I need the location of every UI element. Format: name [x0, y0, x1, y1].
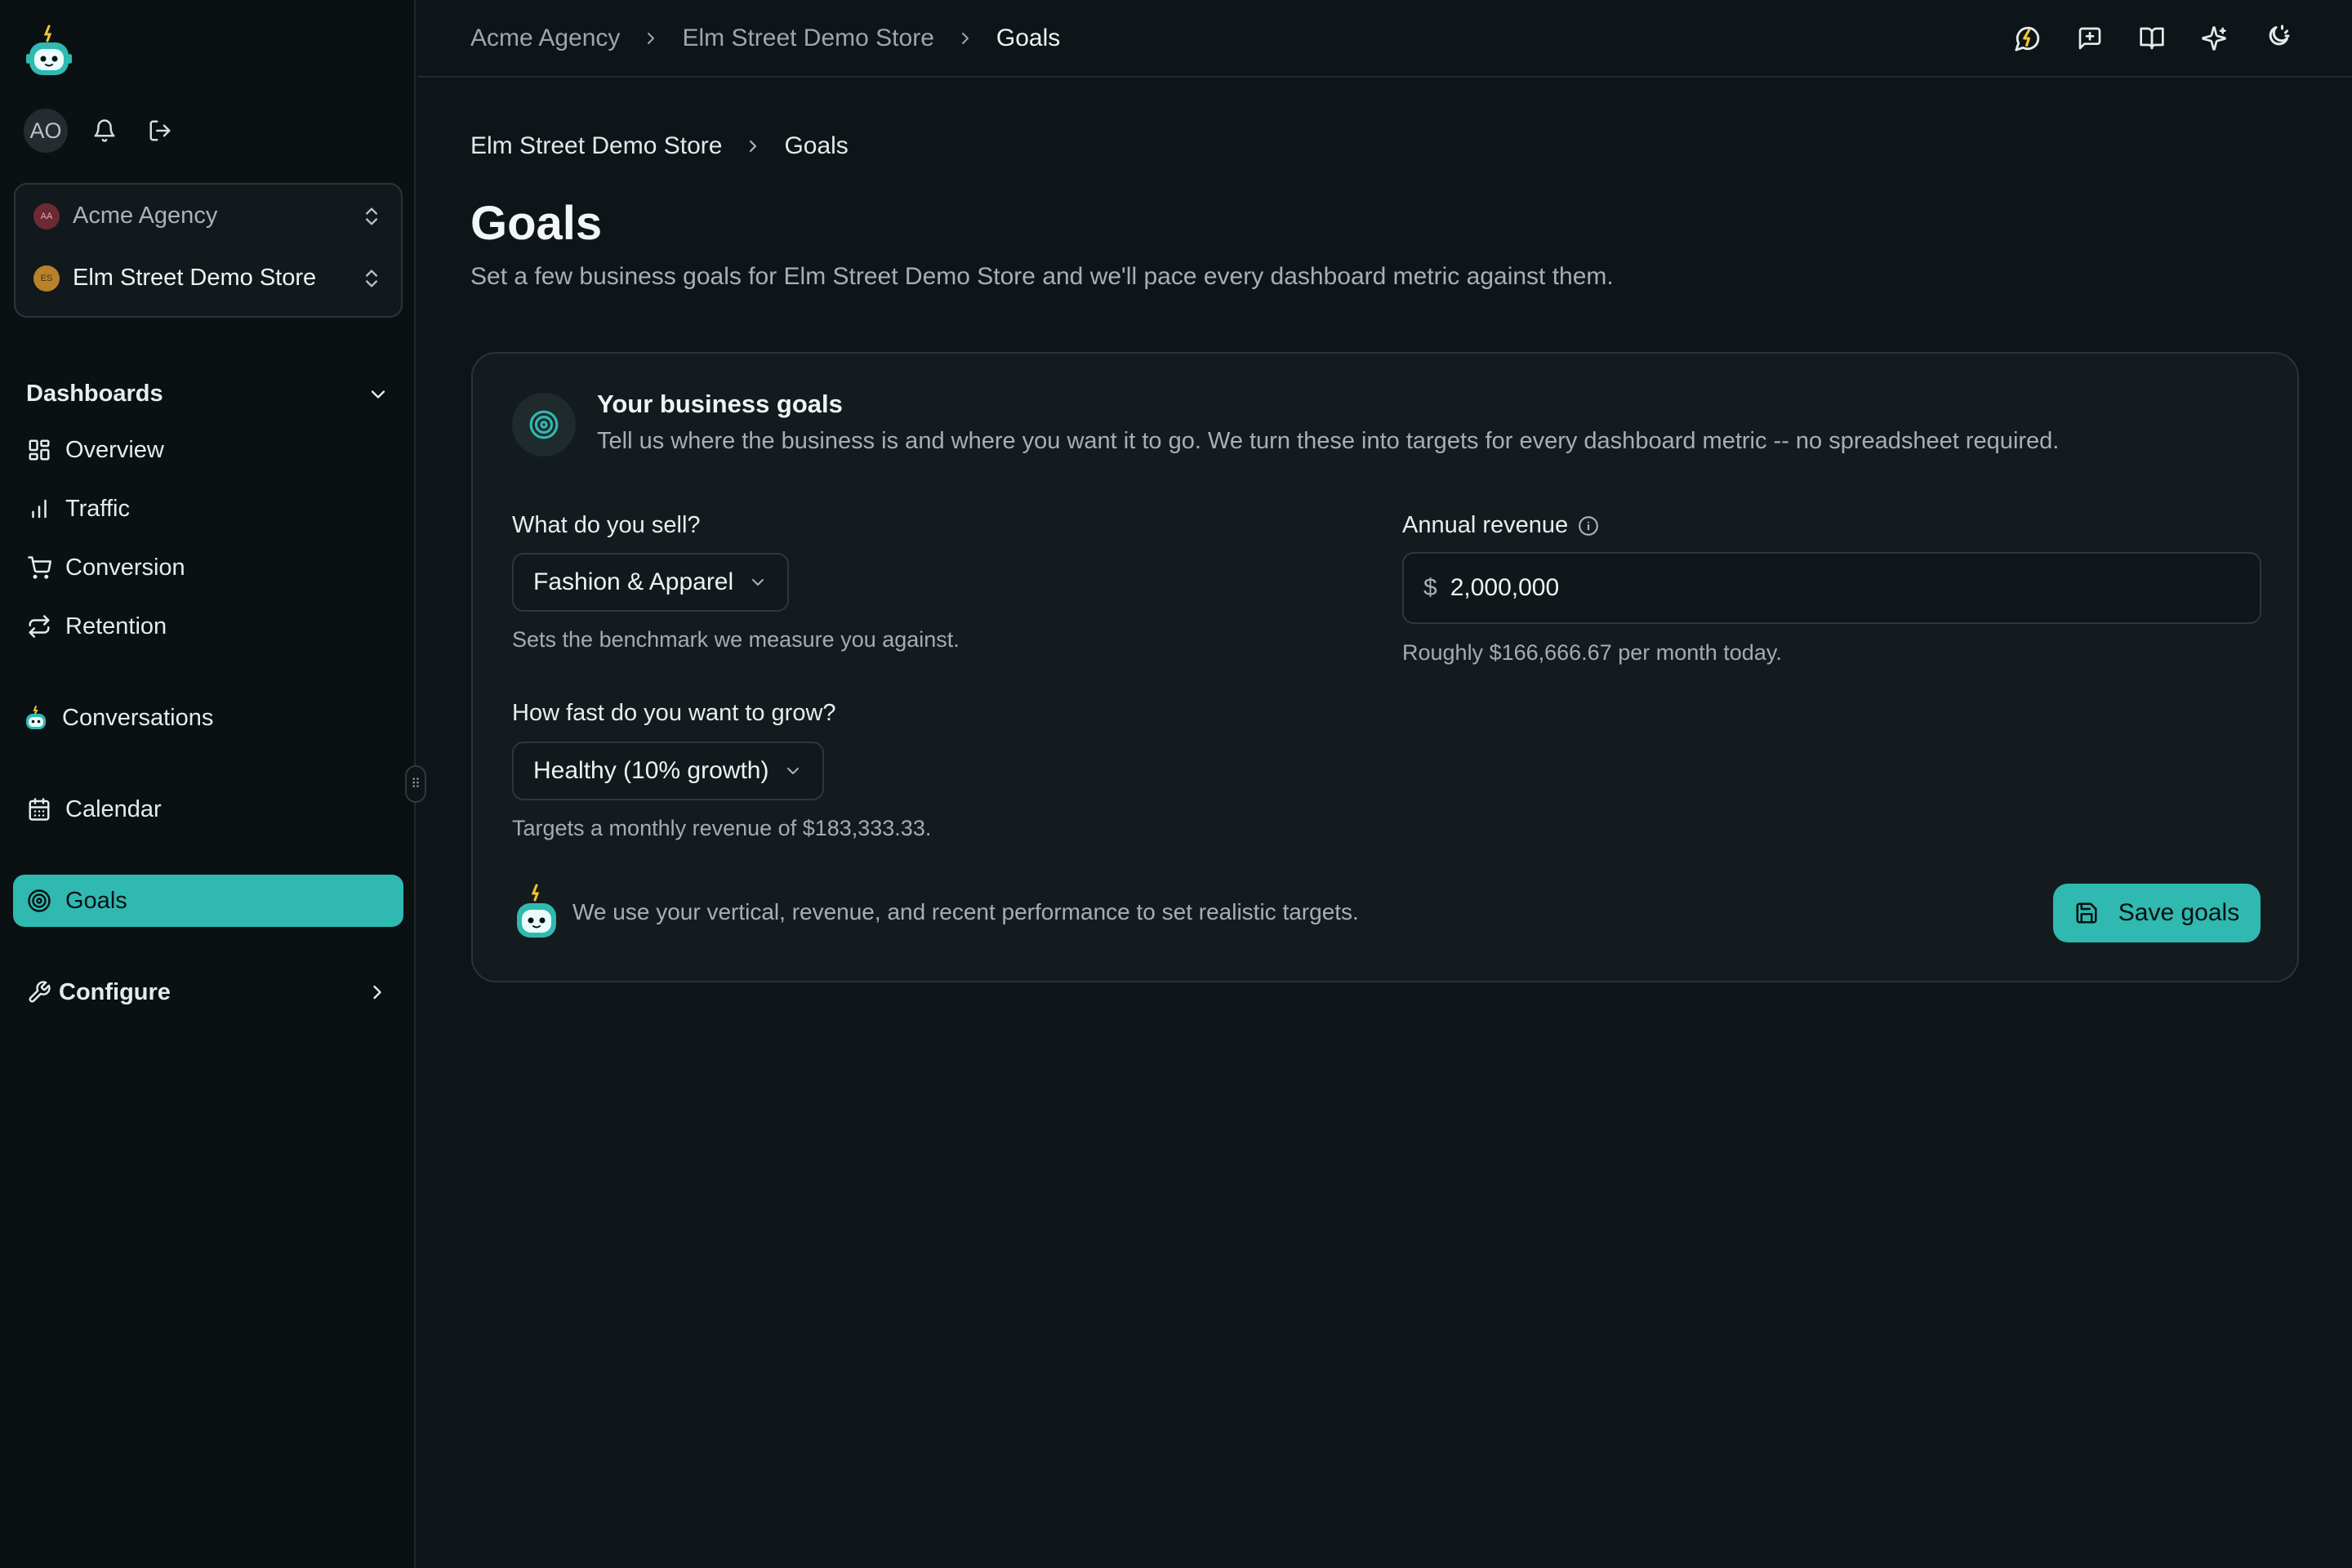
sidebar-item-label: Calendar: [65, 795, 162, 822]
bell-icon[interactable]: [86, 112, 123, 149]
dashboards-section-toggle[interactable]: Dashboards: [26, 381, 390, 408]
logout-icon[interactable]: [141, 112, 179, 149]
growth-label-text: How fast do you want to grow?: [512, 700, 836, 726]
sidebar-item-conversations[interactable]: Conversations: [13, 692, 403, 744]
sidebar-item-label: Retention: [65, 612, 167, 639]
chevrons-up-down-icon: [360, 267, 383, 290]
revenue-label: Annual revenue: [1402, 512, 1599, 539]
message-plus-icon[interactable]: [2071, 20, 2109, 57]
footer-note: We use your vertical, revenue, and recen…: [512, 884, 1359, 941]
sidebar-item-calendar[interactable]: Calendar: [13, 783, 403, 835]
card-title: Your business goals: [597, 390, 843, 418]
store-name: Elm Street Demo Store: [73, 265, 317, 291]
page-title: Goals: [470, 197, 603, 250]
growth-help: Targets a monthly revenue of $183,333.33…: [512, 816, 932, 840]
vertical-label: What do you sell?: [512, 512, 701, 539]
avatar[interactable]: AO: [24, 109, 68, 153]
save-icon: [2074, 901, 2099, 925]
chevron-down-icon: [367, 383, 390, 406]
footer-note-text: We use your vertical, revenue, and recen…: [572, 899, 1359, 924]
sidebar-item-conversion[interactable]: Conversion: [13, 541, 403, 594]
vertical-help: Sets the benchmark we measure you agains…: [512, 627, 960, 652]
sidebar-item-label: Conversations: [62, 704, 214, 731]
calendar-icon: [26, 796, 52, 822]
page-breadcrumb: Elm Street Demo Store Goals: [470, 132, 849, 160]
bar-chart-icon: [26, 496, 52, 522]
sidebar-item-traffic[interactable]: Traffic: [13, 483, 403, 535]
theme-toggle-icon[interactable]: [2257, 20, 2295, 57]
save-goals-label: Save goals: [2118, 899, 2240, 926]
breadcrumb-current: Goals: [996, 24, 1061, 51]
sidebar: AO AA Acme Agency ES Elm Street Demo Sto…: [0, 0, 416, 1568]
goals-card: Your business goals Tell us where the bu…: [471, 352, 2299, 982]
revenue-label-text: Annual revenue: [1402, 512, 1569, 538]
chevron-down-icon: [783, 761, 803, 781]
agency-name: Acme Agency: [73, 203, 218, 229]
sparkles-icon[interactable]: [2195, 20, 2233, 57]
bot-icon: [23, 705, 49, 731]
lightning-chat-icon[interactable]: [2009, 20, 2047, 57]
growth-select[interactable]: Healthy (10% growth): [512, 742, 825, 800]
sidebar-item-label: Conversion: [65, 554, 185, 581]
save-goals-button[interactable]: Save goals: [2053, 884, 2261, 942]
bot-logo-icon[interactable]: [24, 24, 74, 78]
agency-selector[interactable]: AA Acme Agency: [33, 203, 383, 229]
sidebar-item-label: Goals: [65, 887, 127, 914]
grid-icon: [26, 437, 52, 463]
chevron-down-icon: [748, 572, 768, 592]
currency-symbol: $: [1423, 574, 1437, 601]
store-badge: ES: [33, 265, 60, 292]
repeat-icon: [26, 613, 52, 639]
breadcrumb-current: Goals: [784, 132, 849, 159]
breadcrumb-agency[interactable]: Acme Agency: [470, 24, 620, 52]
sidebar-item-label: Overview: [65, 436, 164, 463]
workspace-switcher: AA Acme Agency ES Elm Street Demo Store: [14, 183, 403, 318]
user-row: AO: [24, 109, 179, 153]
wrench-icon: [26, 979, 52, 1005]
card-description: Tell us where the business is and where …: [597, 428, 2060, 454]
vertical-select[interactable]: Fashion & Apparel: [512, 553, 790, 612]
annual-revenue-input[interactable]: $ 2,000,000: [1402, 552, 2261, 624]
chevron-right-icon: [641, 29, 661, 48]
sidebar-resize-handle[interactable]: ⠿: [405, 765, 426, 803]
cart-icon: [26, 555, 52, 581]
growth-label: How fast do you want to grow?: [512, 700, 836, 727]
vertical-label-text: What do you sell?: [512, 512, 701, 538]
target-icon: [26, 888, 52, 914]
book-icon[interactable]: [2133, 20, 2171, 57]
vertical-select-value: Fashion & Apparel: [533, 568, 734, 595]
sidebar-item-overview[interactable]: Overview: [13, 424, 403, 476]
section-label: Dashboards: [26, 381, 163, 407]
growth-select-value: Healthy (10% growth): [533, 757, 769, 784]
info-icon[interactable]: [1578, 515, 1599, 537]
chevrons-up-down-icon: [360, 205, 383, 228]
revenue-help: Roughly $166,666.67 per month today.: [1402, 640, 1782, 665]
sidebar-item-configure[interactable]: Configure: [13, 966, 403, 1018]
target-icon: [512, 393, 576, 457]
chevron-right-icon: [743, 136, 763, 156]
bot-icon: [512, 884, 561, 941]
chevron-right-icon: [956, 29, 975, 48]
page-subtitle: Set a few business goals for Elm Street …: [470, 263, 1614, 290]
sidebar-item-label: Traffic: [65, 495, 130, 522]
sidebar-item-retention[interactable]: Retention: [13, 600, 403, 653]
agency-badge: AA: [33, 203, 60, 229]
breadcrumb-store[interactable]: Elm Street Demo Store: [682, 24, 933, 52]
chevron-right-icon: [366, 981, 389, 1004]
top-bar: Acme Agency Elm Street Demo Store Goals: [417, 0, 2352, 78]
breadcrumb-store[interactable]: Elm Street Demo Store: [470, 132, 722, 160]
top-actions: [2009, 20, 2295, 57]
sidebar-item-goals[interactable]: Goals: [13, 875, 403, 927]
annual-revenue-value: 2,000,000: [1450, 574, 1560, 601]
store-selector[interactable]: ES Elm Street Demo Store: [33, 265, 383, 292]
sidebar-item-label: Configure: [59, 978, 171, 1005]
